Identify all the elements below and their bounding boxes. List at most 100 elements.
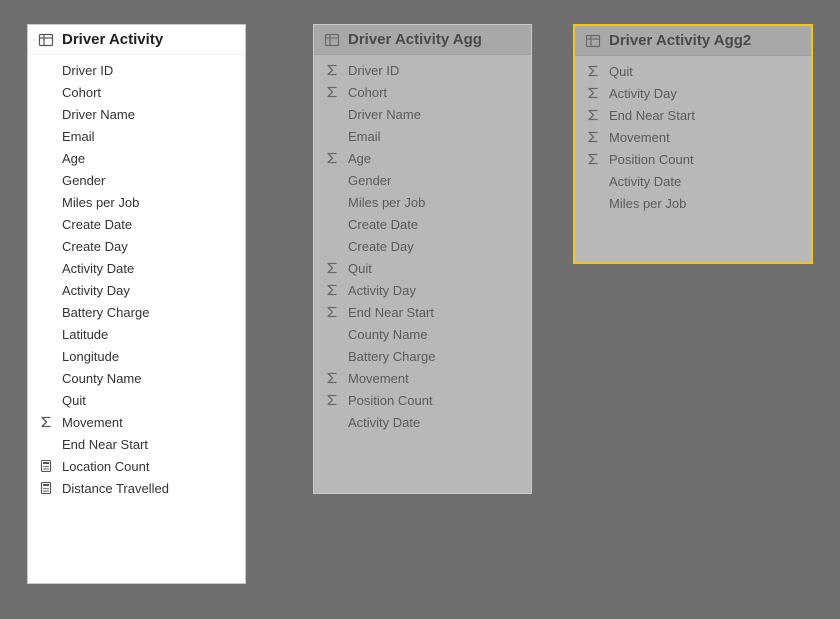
field-row[interactable]: County Name [314,323,531,345]
table-card-driver-activity-agg[interactable]: Driver Activity Agg Driver IDCohortDriver… [313,24,532,494]
field-row[interactable]: Driver ID [28,59,245,81]
field-label: End Near Start [348,305,434,320]
field-row[interactable]: Gender [28,169,245,191]
sigma-icon [585,85,601,101]
blank-icon [324,172,340,188]
field-row[interactable]: Movement [28,411,245,433]
field-label: Longitude [62,349,119,364]
field-row[interactable]: Age [314,147,531,169]
calculator-icon [38,480,54,496]
field-row[interactable]: End Near Start [314,301,531,323]
field-row[interactable]: Miles per Job [314,191,531,213]
field-label: Activity Date [348,415,420,430]
blank-icon [324,348,340,364]
field-row[interactable]: Activity Date [314,411,531,433]
blank-icon [38,216,54,232]
table-card-driver-activity-agg2[interactable]: Driver Activity Agg2 Quit Activity Day End … [573,24,813,264]
blank-icon [324,238,340,254]
table-title: Driver Activity [62,31,163,48]
field-row[interactable]: Distance Travelled [28,477,245,499]
blank-icon [585,173,601,189]
table-card-driver-activity[interactable]: Driver Activity Driver ID Cohort Driver Nam… [27,24,246,584]
sigma-icon [585,151,601,167]
field-label: Location Count [62,459,149,474]
field-row[interactable]: Activity Date [28,257,245,279]
field-label: Activity Day [348,283,416,298]
field-row[interactable]: Create Day [314,235,531,257]
field-row[interactable]: Quit [575,60,811,82]
field-row[interactable]: Email [314,125,531,147]
table-header[interactable]: Driver Activity Agg [314,25,531,55]
field-label: Create Date [62,217,132,232]
field-label: County Name [348,327,427,342]
field-row[interactable]: End Near Start [575,104,811,126]
field-row[interactable]: Activity Day [575,82,811,104]
blank-icon [38,106,54,122]
field-label: Position Count [609,152,694,167]
field-label: Cohort [62,85,101,100]
field-row[interactable]: Position Count [575,148,811,170]
field-row[interactable]: Miles per Job [575,192,811,214]
field-row[interactable]: Battery Charge [314,345,531,367]
blank-icon [38,260,54,276]
blank-icon [38,326,54,342]
field-row[interactable]: Location Count [28,455,245,477]
field-label: Movement [609,130,670,145]
blank-icon [324,128,340,144]
sigma-icon [585,63,601,79]
field-row[interactable]: Driver ID [314,59,531,81]
field-row[interactable]: Quit [314,257,531,279]
field-label: Battery Charge [62,305,149,320]
field-row[interactable]: End Near Start [28,433,245,455]
field-label: Activity Day [609,86,677,101]
field-row[interactable]: Position Count [314,389,531,411]
field-label: Battery Charge [348,349,435,364]
field-row[interactable]: Battery Charge [28,301,245,323]
field-row[interactable]: Quit [28,389,245,411]
table-header[interactable]: Driver Activity [28,25,245,55]
sigma-icon [324,304,340,320]
field-row[interactable]: Activity Day [28,279,245,301]
blank-icon [38,84,54,100]
field-row[interactable]: Create Date [314,213,531,235]
field-list: Quit Activity Day End Near Start Movement Po… [575,56,811,218]
field-row[interactable]: County Name [28,367,245,389]
field-row[interactable]: Create Day [28,235,245,257]
table-header[interactable]: Driver Activity Agg2 [575,26,811,56]
field-label: Movement [348,371,409,386]
field-row[interactable]: Miles per Job [28,191,245,213]
blank-icon [324,326,340,342]
field-row[interactable]: Latitude [28,323,245,345]
field-label: County Name [62,371,141,386]
sigma-icon [324,84,340,100]
field-row[interactable]: Driver Name [314,103,531,125]
blank-icon [38,128,54,144]
model-canvas[interactable]: Driver ActivityDriver IDCohortDriver Nam… [0,0,840,619]
blank-icon [38,150,54,166]
field-row[interactable]: Cohort [28,81,245,103]
field-label: Movement [62,415,123,430]
blank-icon [324,106,340,122]
sigma-icon [324,370,340,386]
field-row[interactable]: Cohort [314,81,531,103]
field-row[interactable]: Activity Day [314,279,531,301]
field-label: Position Count [348,393,433,408]
field-label: Quit [62,393,86,408]
field-label: Email [62,129,95,144]
field-row[interactable]: Movement [314,367,531,389]
table-icon [38,32,54,48]
field-row[interactable]: Gender [314,169,531,191]
field-label: Activity Date [609,174,681,189]
field-row[interactable]: Age [28,147,245,169]
blank-icon [38,392,54,408]
field-label: Create Day [62,239,128,254]
field-row[interactable]: Movement [575,126,811,148]
field-row[interactable]: Email [28,125,245,147]
blank-icon [324,216,340,232]
field-row[interactable]: Activity Date [575,170,811,192]
field-label: End Near Start [62,437,148,452]
field-row[interactable]: Longitude [28,345,245,367]
field-row[interactable]: Create Date [28,213,245,235]
field-label: Quit [609,64,633,79]
field-row[interactable]: Driver Name [28,103,245,125]
